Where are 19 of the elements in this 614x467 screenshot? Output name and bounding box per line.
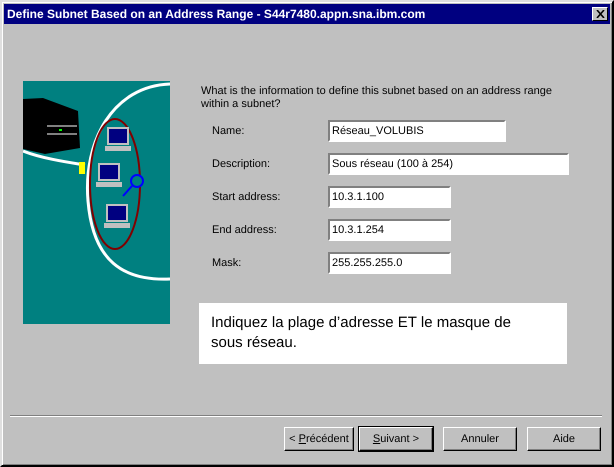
field-label: Mask: [211, 257, 242, 269]
dialog-button[interactable]: Annuler [443, 427, 517, 451]
field-label: Start address: [211, 191, 282, 203]
close-button[interactable] [592, 7, 608, 21]
close-icon [596, 10, 604, 18]
dialog-button[interactable]: < Précédent [284, 427, 354, 451]
field-label: End address: [211, 224, 278, 236]
dialog-button[interactable]: Suivant > [359, 427, 433, 451]
field-label: Name: [211, 125, 246, 137]
dialog-button[interactable]: Aide [527, 427, 601, 451]
input-field[interactable]: 10.3.1.254 [328, 219, 451, 241]
window-title: Define Subnet Based on an Address Range - S44r7480.appn.sna.ibm.com [7, 7, 426, 21]
input-field[interactable]: Réseau_VOLUBIS [328, 120, 506, 142]
note-text: Indiquez la plage d’adresse ET le masque de sous réseau. [211, 313, 512, 353]
prompt-text: What is the information to define this subnet based on an address range within a subnet? [201, 85, 553, 111]
field-label: Description: [211, 158, 272, 170]
input-field[interactable]: 255.255.255.0 [328, 252, 451, 274]
input-field[interactable]: Sous réseau (100 à 254) [328, 153, 569, 175]
input-field[interactable]: 10.3.1.100 [328, 186, 451, 208]
